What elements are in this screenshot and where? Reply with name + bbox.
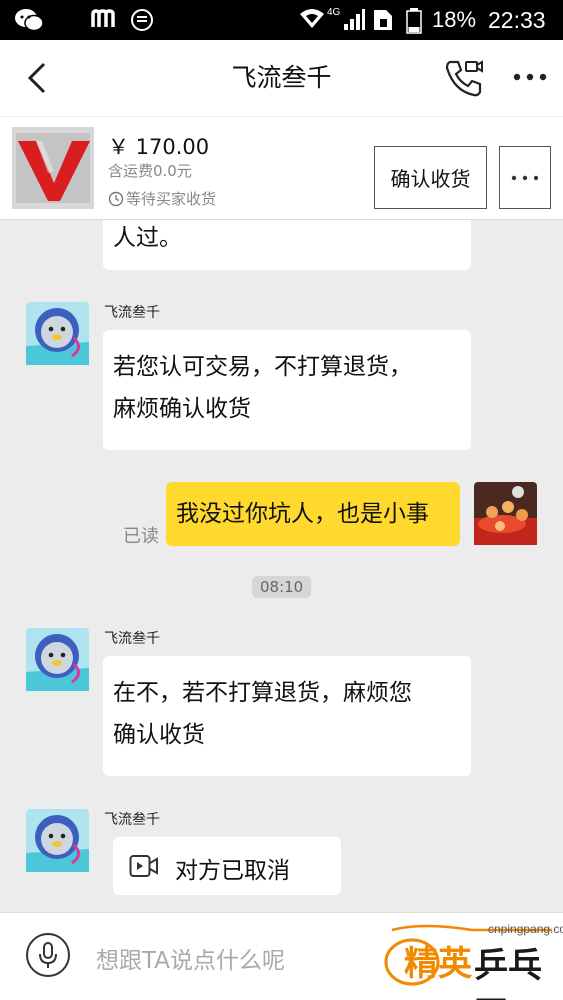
chat-header: 飞流叁千 — [0, 40, 563, 116]
ellipsis-icon — [511, 175, 539, 181]
sender-name: 飞流叁千 — [104, 631, 160, 647]
watermark-brand: 精英 — [404, 944, 472, 984]
shipping-fee: 含运费0.0元 — [108, 162, 192, 180]
clock: 22:33 — [488, 7, 546, 33]
watermark: cnpingpang.com 精英 乒乓网 — [382, 918, 563, 1000]
sim-icon — [374, 10, 392, 30]
microphone-icon — [39, 942, 57, 968]
network-label: 4G — [327, 7, 341, 18]
avatar[interactable] — [26, 302, 89, 365]
battery-percent: 18% — [432, 7, 477, 32]
signal-icon — [344, 9, 365, 30]
my-avatar[interactable] — [474, 482, 537, 545]
order-summary: ￥ 170.00 含运费0.0元 等待买家收货 确认收货 — [0, 116, 563, 220]
ellipsis-icon[interactable] — [512, 70, 548, 84]
sender-name: 飞流叁千 — [104, 305, 160, 321]
message-bubble: 若您认可交易，不打算退货， 麻烦确认收货 — [103, 330, 471, 450]
clock-icon — [108, 191, 124, 207]
message-text: 人过。 — [113, 225, 182, 251]
message-line: 确认收货 — [113, 722, 205, 748]
watermark-url: cnpingpang.com — [488, 922, 563, 936]
phone-video-icon[interactable] — [444, 58, 484, 98]
confirm-receipt-button[interactable]: 确认收货 — [374, 146, 487, 209]
wifi-icon — [300, 9, 324, 28]
m-app-icon — [91, 9, 115, 27]
message-icon — [131, 9, 153, 31]
product-thumbnail[interactable] — [12, 127, 94, 209]
battery-icon — [406, 8, 422, 34]
order-more-button[interactable] — [499, 146, 551, 209]
message-bubble: 人过。 — [103, 220, 471, 270]
voice-input-button[interactable] — [26, 933, 70, 977]
message-text: 我没过你坑人，也是小事 — [176, 501, 429, 527]
message-line: 麻烦确认收货 — [113, 396, 251, 422]
chat-thread[interactable]: 人过。 飞流叁千 若您认可交易，不打算退货， 麻烦确认收货 已读 我没过你坑人，… — [0, 220, 563, 912]
avatar[interactable] — [26, 628, 89, 691]
timestamp: 08:10 — [252, 576, 312, 598]
wechat-icon — [15, 9, 44, 32]
video-camera-icon — [129, 855, 158, 877]
read-receipt: 已读 — [123, 526, 159, 547]
message-input[interactable]: 想跟TA说点什么呢 — [96, 941, 285, 975]
message-bubble: 在不，若不打算退货，麻烦您 确认收货 — [103, 656, 471, 776]
order-status: 等待买家收货 — [108, 188, 216, 209]
avatar[interactable] — [26, 809, 89, 872]
watermark-brand-2: 乒乓网 — [474, 946, 542, 1000]
sender-name: 飞流叁千 — [104, 812, 160, 828]
call-status: 对方已取消 — [175, 858, 290, 884]
call-record-bubble[interactable]: 对方已取消 — [113, 837, 341, 895]
order-status-label: 等待买家收货 — [126, 190, 217, 208]
message-line: 在不，若不打算退货，麻烦您 — [113, 680, 412, 706]
status-bar: 4G 18% 22:33 — [0, 0, 563, 40]
product-price: ￥ 170.00 — [108, 135, 210, 159]
message-line: 若您认可交易，不打算退货， — [113, 354, 412, 380]
message-bubble-mine: 我没过你坑人，也是小事 — [166, 482, 460, 546]
